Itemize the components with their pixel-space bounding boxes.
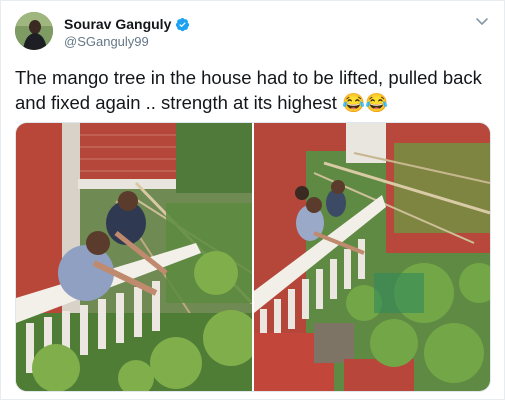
verified-badge-icon — [176, 17, 190, 31]
media-grid — [15, 122, 491, 392]
chevron-down-icon[interactable] — [474, 13, 490, 29]
display-name[interactable]: Sourav Ganguly — [64, 16, 171, 32]
photo-right[interactable] — [254, 123, 490, 391]
tweet-text: The mango tree in the house had to be li… — [15, 67, 482, 113]
tweet-card: Sourav Ganguly @SGanguly99 The mango tre… — [0, 0, 505, 400]
photo-left-image — [16, 123, 252, 391]
photo-right-image — [254, 123, 490, 391]
author-row: Sourav Ganguly — [64, 16, 190, 32]
avatar[interactable] — [15, 12, 53, 50]
user-handle[interactable]: @SGanguly99 — [64, 34, 149, 49]
avatar-photo — [15, 12, 53, 50]
photo-left[interactable] — [16, 123, 252, 391]
